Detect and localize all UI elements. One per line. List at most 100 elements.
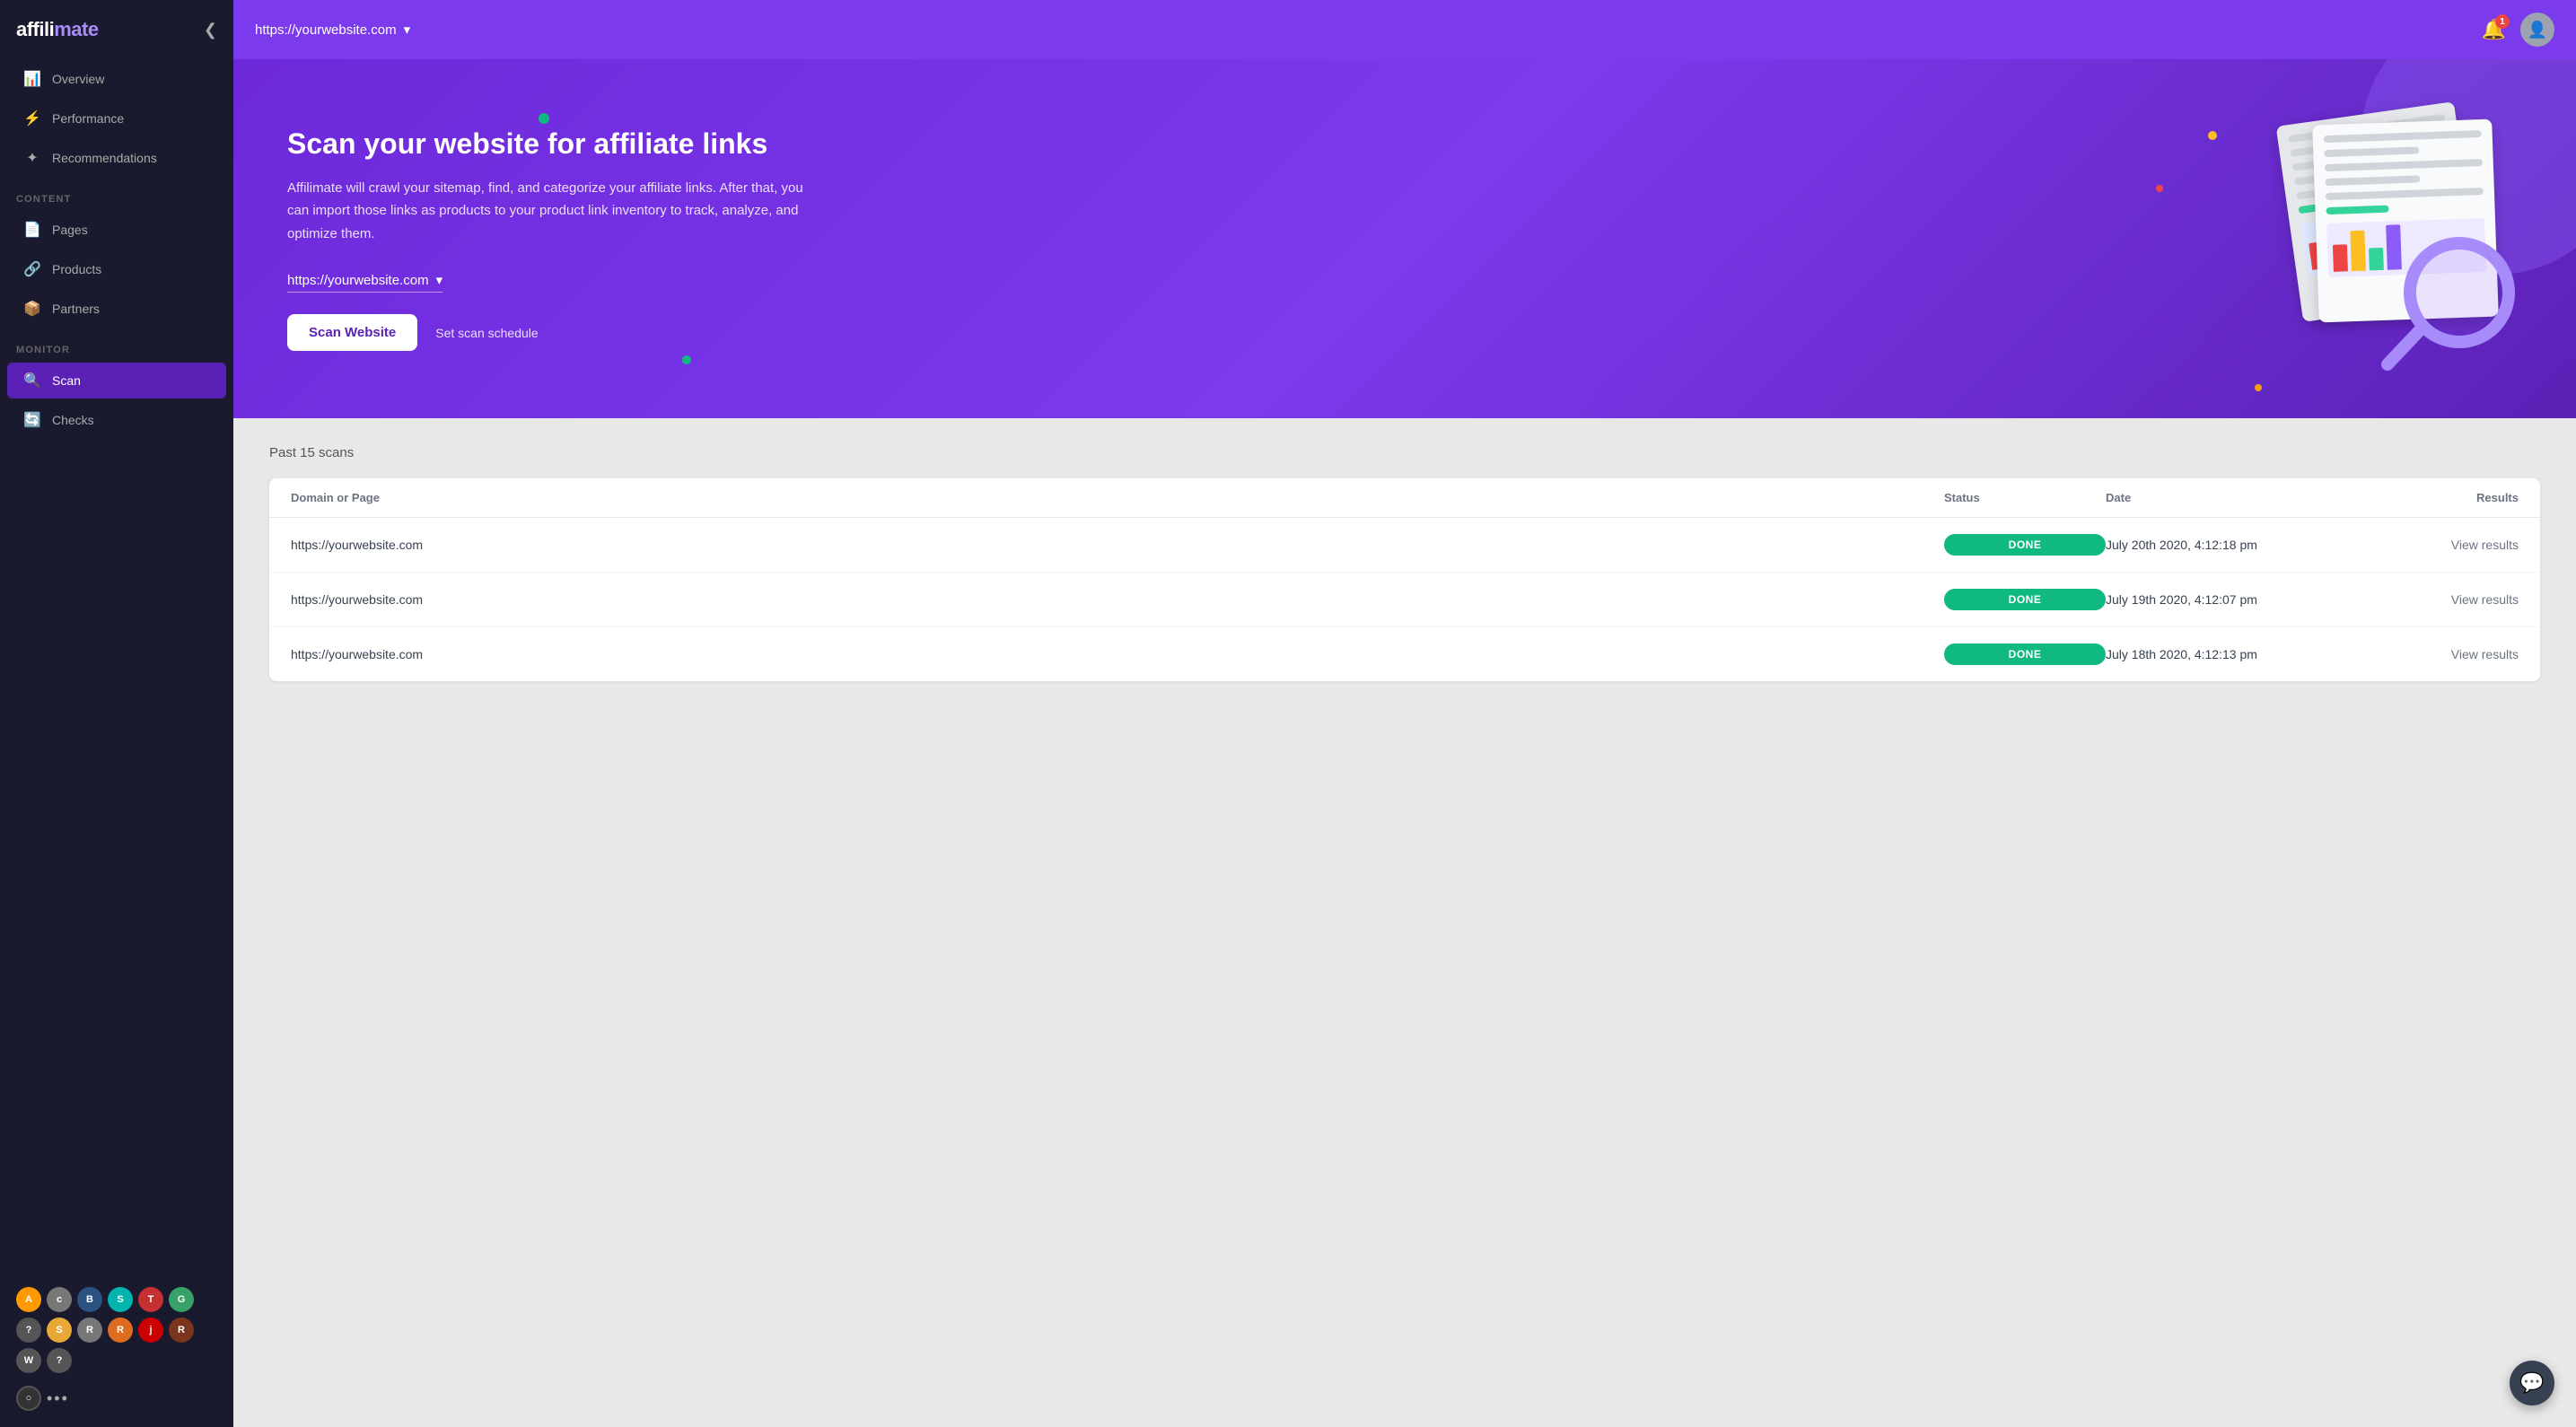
topbar: https://yourwebsite.com ▾ 🔔 1 👤: [233, 0, 2576, 59]
partners-icon: 📦: [23, 300, 41, 318]
sidebar-item-label: Performance: [52, 111, 124, 126]
more-button[interactable]: •••: [47, 1389, 69, 1408]
partner-icon-5[interactable]: T: [138, 1287, 163, 1312]
col-header-date: Date: [2106, 491, 2357, 504]
monitor-section-label: MONITOR: [0, 328, 233, 361]
more-icons-row: ○ •••: [7, 1380, 226, 1416]
recommendations-icon: ✦: [23, 149, 41, 167]
status-badge: DONE: [1944, 534, 2106, 556]
sidebar-item-label: Overview: [52, 72, 104, 86]
sidebar: affilimate ❮ 📊 Overview ⚡ Performance ✦ …: [0, 0, 233, 1427]
status-badge: DONE: [1944, 589, 2106, 610]
notification-button[interactable]: 🔔 1: [2482, 18, 2506, 41]
scans-section: Past 15 scans Domain or Page Status Date…: [233, 418, 2576, 1427]
scan-date: July 19th 2020, 4:12:07 pm: [2106, 592, 2357, 607]
domain-text: https://yourwebsite.com: [255, 22, 397, 38]
hero-actions: Scan Website Set scan schedule: [287, 314, 808, 351]
table-header: Domain or Page Status Date Results: [269, 478, 2540, 518]
partner-icon-9[interactable]: R: [77, 1318, 102, 1343]
doc-line: [2325, 159, 2483, 171]
dot-decoration: [2255, 384, 2262, 391]
collapse-sidebar-button[interactable]: ❮: [204, 21, 217, 39]
partner-icon-12[interactable]: R: [169, 1318, 194, 1343]
hero-title: Scan your website for affiliate links: [287, 127, 808, 161]
partner-icons-row1: A c B S T G ? S R R j R W ?: [7, 1280, 226, 1380]
domain-chevron-icon: ▾: [404, 22, 411, 38]
set-scan-schedule-link[interactable]: Set scan schedule: [435, 326, 538, 340]
col-header-status: Status: [1944, 491, 2106, 504]
table-row: https://yourwebsite.com DONE July 18th 2…: [269, 627, 2540, 681]
sidebar-item-scan[interactable]: 🔍 Scan: [7, 363, 226, 398]
table-row: https://yourwebsite.com DONE July 20th 2…: [269, 518, 2540, 573]
pages-icon: 📄: [23, 221, 41, 239]
url-selector-chevron: ▾: [436, 272, 443, 288]
partner-icon-2[interactable]: c: [47, 1287, 72, 1312]
domain-selector[interactable]: https://yourwebsite.com ▾: [255, 22, 410, 38]
dot-decoration: [539, 113, 549, 124]
scan-domain: https://yourwebsite.com: [291, 647, 1944, 661]
partner-icon-7[interactable]: ?: [16, 1318, 41, 1343]
overview-icon: 📊: [23, 70, 41, 88]
hero-illustration: [2199, 104, 2522, 373]
content-section-label: CONTENT: [0, 178, 233, 210]
main-content: https://yourwebsite.com ▾ 🔔 1 👤 Scan you…: [233, 0, 2576, 1427]
sidebar-header: affilimate ❮: [0, 0, 233, 59]
doc-line: [2324, 146, 2419, 157]
avatar[interactable]: 👤: [2520, 13, 2554, 47]
col-header-domain: Domain or Page: [291, 491, 1944, 504]
sidebar-item-checks[interactable]: 🔄 Checks: [7, 402, 226, 438]
hero-content: Scan your website for affiliate links Af…: [287, 127, 808, 352]
sidebar-item-performance[interactable]: ⚡ Performance: [7, 101, 226, 136]
scan-domain: https://yourwebsite.com: [291, 592, 1944, 607]
magnifier-icon: [2379, 230, 2522, 373]
sidebar-item-recommendations[interactable]: ✦ Recommendations: [7, 140, 226, 176]
topbar-right: 🔔 1 👤: [2482, 13, 2554, 47]
notification-badge: 1: [2495, 14, 2510, 29]
scans-table: Domain or Page Status Date Results https…: [269, 478, 2540, 681]
partner-icon-11[interactable]: j: [138, 1318, 163, 1343]
partner-icon-10[interactable]: R: [108, 1318, 133, 1343]
sidebar-item-overview[interactable]: 📊 Overview: [7, 61, 226, 97]
doc-line: [2326, 206, 2389, 214]
sidebar-item-partners[interactable]: 📦 Partners: [7, 291, 226, 327]
partner-icon-13[interactable]: W: [16, 1348, 41, 1373]
doc-line: [2324, 130, 2482, 143]
view-results-link[interactable]: View results: [2357, 538, 2519, 552]
doc-line: [2325, 175, 2420, 186]
table-row: https://yourwebsite.com DONE July 19th 2…: [269, 573, 2540, 627]
partner-icon-8[interactable]: S: [47, 1318, 72, 1343]
checks-icon: 🔄: [23, 411, 41, 429]
partner-icon-14[interactable]: ?: [47, 1348, 72, 1373]
chat-bubble-button[interactable]: 💬: [2510, 1361, 2554, 1405]
hero-description: Affilimate will crawl your sitemap, find…: [287, 177, 808, 246]
partner-icon-3[interactable]: B: [77, 1287, 102, 1312]
scan-icon: 🔍: [23, 372, 41, 390]
chat-icon: 💬: [2519, 1371, 2544, 1395]
partner-icon-circle[interactable]: ○: [16, 1386, 41, 1411]
view-results-link[interactable]: View results: [2357, 647, 2519, 661]
dot-decoration: [682, 355, 691, 364]
performance-icon: ⚡: [23, 109, 41, 127]
sidebar-footer: A c B S T G ? S R R j R W ? ○ •••: [0, 1269, 233, 1427]
sidebar-item-label: Products: [52, 262, 101, 276]
url-selector-text: https://yourwebsite.com: [287, 273, 429, 288]
doc-line: [2326, 188, 2484, 200]
scan-website-button[interactable]: Scan Website: [287, 314, 417, 351]
logo: affilimate: [16, 18, 99, 41]
col-header-results: Results: [2357, 491, 2519, 504]
scan-date: July 18th 2020, 4:12:13 pm: [2106, 647, 2357, 661]
sidebar-item-products[interactable]: 🔗 Products: [7, 251, 226, 287]
partner-icon-amazon[interactable]: A: [16, 1287, 41, 1312]
url-selector[interactable]: https://yourwebsite.com ▾: [287, 272, 442, 293]
dot-decoration: [2156, 185, 2163, 192]
sidebar-item-label: Scan: [52, 373, 81, 388]
view-results-link[interactable]: View results: [2357, 592, 2519, 607]
scan-date: July 20th 2020, 4:12:18 pm: [2106, 538, 2357, 552]
partner-icon-6[interactable]: G: [169, 1287, 194, 1312]
scans-section-title: Past 15 scans: [269, 445, 2540, 460]
partner-icon-4[interactable]: S: [108, 1287, 133, 1312]
sidebar-item-pages[interactable]: 📄 Pages: [7, 212, 226, 248]
sidebar-item-label: Partners: [52, 302, 100, 316]
sidebar-item-label: Checks: [52, 413, 94, 427]
sidebar-item-label: Pages: [52, 223, 88, 237]
